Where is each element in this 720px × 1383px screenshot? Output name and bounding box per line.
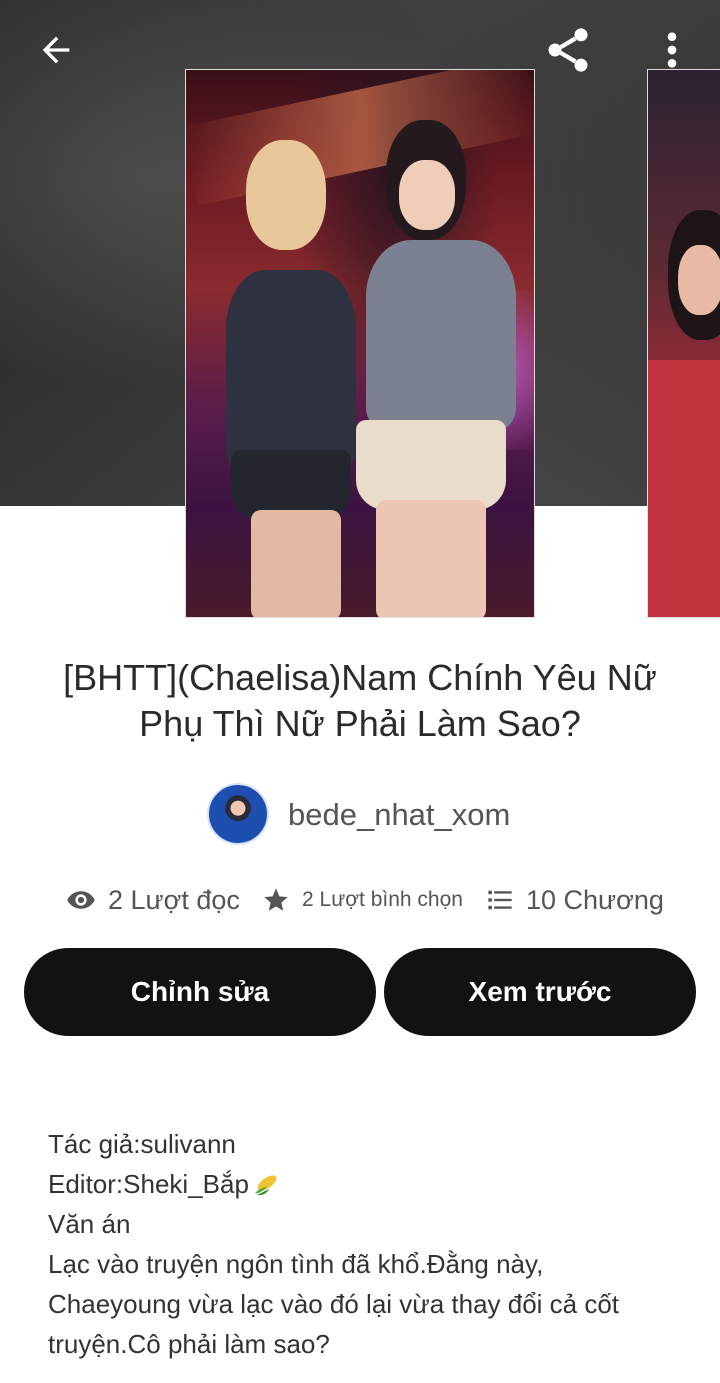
story-title-line2: Phụ Thì Nữ Phải Làm Sao? <box>139 703 581 744</box>
author-name[interactable]: bede_nhat_xom <box>288 797 510 833</box>
preview-button[interactable]: Xem trước <box>384 948 696 1036</box>
votes-count: 2 Lượt bình chọn <box>302 888 463 911</box>
reads-count: 2 Lượt đọc <box>108 884 240 915</box>
more-options-button[interactable] <box>650 22 694 78</box>
author-row[interactable]: bede_nhat_xom <box>0 783 720 845</box>
more-vertical-icon <box>667 32 677 68</box>
arrow-left-icon <box>42 36 70 64</box>
reads-stat: 2 Lượt đọc <box>66 878 240 922</box>
story-title-line1: [BHTT](Chaelisa)Nam Chính Yêu Nữ <box>63 657 657 698</box>
description-line: Lạc vào truyện ngôn tình đã khổ.Đằng này… <box>48 1249 544 1279</box>
description-line-editor: Editor:Sheki_Bắp <box>48 1164 688 1204</box>
parts-stat: 10 Chương <box>486 878 664 922</box>
description-line: Văn án <box>48 1209 131 1239</box>
story-cover-image[interactable] <box>185 69 535 618</box>
edit-button[interactable]: Chỉnh sửa <box>24 948 376 1036</box>
share-icon <box>548 28 588 72</box>
next-story-cover[interactable] <box>647 69 720 618</box>
list-icon <box>488 890 512 910</box>
description-line: Tác giả:sulivann <box>48 1129 236 1159</box>
author-avatar[interactable] <box>207 783 269 845</box>
star-icon <box>264 888 288 911</box>
description-line: Chaeyoung vừa lạc vào đó lại vừa thay đổ… <box>48 1289 620 1319</box>
share-button[interactable] <box>538 20 598 80</box>
votes-stat: 2 Lượt bình chọn <box>262 878 463 922</box>
description-line: truyện.Cô phải làm sao? <box>48 1329 330 1359</box>
story-title: [BHTT](Chaelisa)Nam Chính Yêu Nữ Phụ Thì… <box>20 655 700 747</box>
top-app-bar <box>0 0 720 96</box>
corn-icon <box>254 1175 277 1196</box>
story-stats: 2 Lượt đọc 2 Lượt bình chọn 10 Chương <box>0 878 720 922</box>
eye-icon <box>67 891 95 909</box>
story-description: Tác giả:sulivann Editor:Sheki_Bắp Văn án… <box>48 1124 688 1364</box>
back-button[interactable] <box>28 22 84 78</box>
parts-count: 10 Chương <box>526 884 664 915</box>
